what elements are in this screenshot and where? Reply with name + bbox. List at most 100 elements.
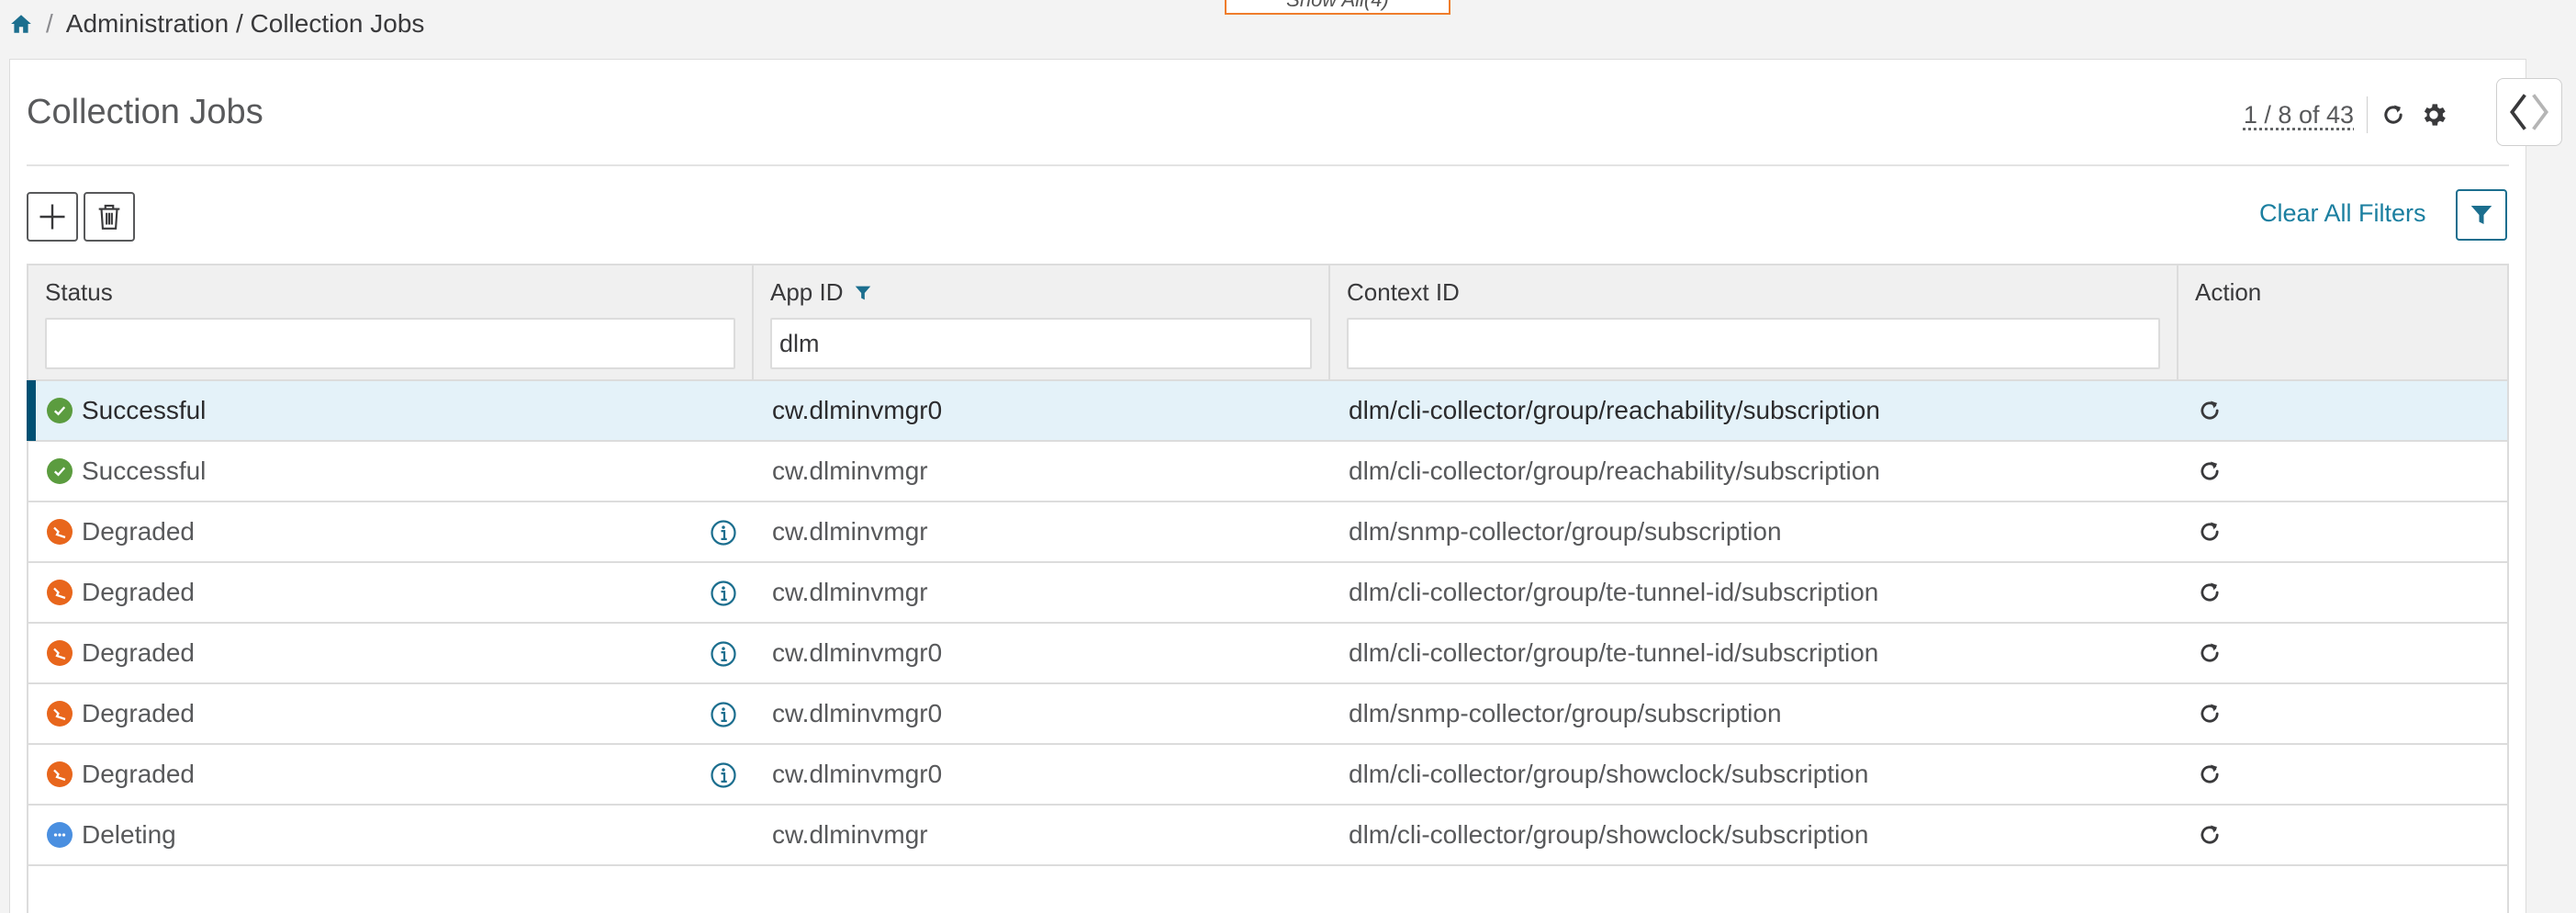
page-title: Collection Jobs — [27, 93, 263, 131]
status-cell: Successful — [28, 381, 754, 440]
context-id-cell: dlm/cli-collector/group/showclock/subscr… — [1349, 820, 1869, 849]
info-icon[interactable] — [710, 701, 737, 735]
divider — [2367, 96, 2368, 133]
info-icon[interactable] — [710, 761, 737, 795]
action-cell — [2178, 806, 2507, 864]
degraded-icon — [47, 580, 73, 605]
status-cell: Degraded — [28, 745, 754, 804]
add-button[interactable] — [27, 192, 78, 242]
app-id-cell: cw.dlminvmgr — [772, 456, 928, 485]
side-panel-toggle[interactable] — [2496, 78, 2562, 146]
success-icon — [47, 458, 73, 484]
status-cell: Degraded — [28, 563, 754, 622]
table-row[interactable]: Degraded cw.dlminvmgr dlm/snmp-collector/g… — [28, 502, 2507, 563]
context-id-filter-input[interactable] — [1347, 318, 2160, 369]
table-body: Successful cw.dlminvmgr0 dlm/cli-collector… — [27, 380, 2507, 866]
table-row[interactable]: Degraded cw.dlminvmgr0 dlm/cli-collector/g… — [28, 624, 2507, 684]
app-id-cell: cw.dlminvmgr0 — [772, 699, 943, 727]
breadcrumb-separator: / — [46, 9, 53, 38]
table-row[interactable]: Degraded cw.dlminvmgr0 dlm/cli-collector/g… — [28, 745, 2507, 806]
delete-button[interactable] — [84, 192, 135, 242]
status-text: Degraded — [82, 517, 195, 546]
info-icon[interactable] — [710, 519, 737, 553]
column-context-id[interactable]: Context ID — [1330, 265, 2178, 379]
restart-icon[interactable] — [2197, 398, 2223, 423]
table-row[interactable]: Degraded cw.dlminvmgr0 dlm/snmp-collector/… — [28, 684, 2507, 745]
context-id-cell: dlm/snmp-collector/group/subscription — [1349, 699, 1782, 727]
context-id-cell: dlm/cli-collector/group/te-tunnel-id/sub… — [1349, 638, 1879, 667]
clear-all-filters-link[interactable]: Clear All Filters — [2259, 199, 2426, 228]
status-text: Degraded — [82, 578, 195, 606]
status-text: Degraded — [82, 760, 195, 788]
degraded-icon — [47, 640, 73, 666]
context-id-cell: dlm/snmp-collector/group/subscription — [1349, 517, 1782, 546]
restart-icon[interactable] — [2197, 701, 2223, 727]
restart-icon[interactable] — [2197, 640, 2223, 666]
show-all-tab[interactable]: Show All(4) — [1225, 0, 1450, 15]
app-id-cell: cw.dlminvmgr — [772, 820, 928, 849]
degraded-icon — [47, 519, 73, 545]
restart-icon[interactable] — [2197, 519, 2223, 545]
gear-icon[interactable] — [2419, 100, 2448, 130]
column-label-context-id: Context ID — [1347, 278, 1460, 306]
status-cell: Deleting — [28, 806, 754, 864]
status-cell: Successful — [28, 442, 754, 501]
home-icon[interactable] — [9, 12, 33, 36]
status-text: Successful — [82, 396, 207, 424]
table-row[interactable]: Deleting cw.dlminvmgr dlm/cli-collector/gr… — [28, 806, 2507, 866]
table-row[interactable]: Degraded cw.dlminvmgr dlm/cli-collector/gr… — [28, 563, 2507, 624]
restart-icon[interactable] — [2197, 458, 2223, 484]
degraded-icon — [47, 701, 73, 727]
app-id-filter-input[interactable] — [770, 318, 1312, 369]
column-status[interactable]: Status — [28, 265, 754, 379]
action-cell — [2178, 502, 2507, 561]
action-cell — [2178, 624, 2507, 682]
context-id-cell: dlm/cli-collector/group/reachability/sub… — [1349, 396, 1880, 424]
column-action: Action — [2178, 265, 2507, 379]
restart-icon[interactable] — [2197, 822, 2223, 848]
app-id-cell: cw.dlminvmgr0 — [772, 396, 943, 424]
info-icon[interactable] — [710, 640, 737, 674]
chevron-left-right-icon — [2510, 94, 2548, 130]
filter-active-icon — [855, 286, 870, 299]
deleting-icon — [47, 822, 73, 848]
table-footer-space — [28, 866, 2507, 913]
title-divider — [27, 164, 2509, 166]
app-id-cell: cw.dlminvmgr0 — [772, 638, 943, 667]
column-label-app-id: App ID — [770, 278, 844, 306]
status-text: Degraded — [82, 699, 195, 727]
pager[interactable]: 1 / 8 of 43 — [2244, 101, 2354, 130]
table-row[interactable]: Successful cw.dlminvmgr0 dlm/cli-collector… — [27, 380, 2507, 442]
action-cell — [2178, 745, 2507, 804]
action-cell — [2178, 442, 2507, 501]
filter-button[interactable] — [2456, 189, 2507, 241]
collection-jobs-panel: Collection Jobs 1 / 8 of 43 Clear All Fi… — [9, 59, 2562, 913]
status-text: Degraded — [82, 638, 195, 667]
column-label-action: Action — [2195, 278, 2262, 306]
breadcrumb: / Administration / Collection Jobs — [9, 7, 424, 40]
app-id-cell: cw.dlminvmgr — [772, 517, 928, 546]
action-cell — [2178, 381, 2507, 440]
context-id-cell: dlm/cli-collector/group/reachability/sub… — [1349, 456, 1880, 485]
status-filter-input[interactable] — [45, 318, 735, 369]
status-cell: Degraded — [28, 684, 754, 743]
info-icon[interactable] — [710, 580, 737, 614]
collection-jobs-table: Status App ID Context ID Action Successf… — [27, 264, 2509, 913]
column-label-status: Status — [45, 278, 113, 306]
breadcrumb-path[interactable]: Administration / Collection Jobs — [66, 9, 425, 39]
column-app-id[interactable]: App ID — [754, 265, 1330, 379]
refresh-icon[interactable] — [2380, 102, 2406, 128]
filter-icon — [2470, 206, 2492, 224]
table-row[interactable]: Successful cw.dlminvmgr dlm/cli-collector/… — [28, 442, 2507, 502]
app-id-cell: cw.dlminvmgr — [772, 578, 928, 606]
plus-icon — [39, 204, 65, 230]
table-header: Status App ID Context ID Action — [28, 265, 2507, 381]
restart-icon[interactable] — [2197, 761, 2223, 787]
trash-icon — [98, 204, 120, 230]
status-cell: Degraded — [28, 624, 754, 682]
restart-icon[interactable] — [2197, 580, 2223, 605]
action-cell — [2178, 563, 2507, 622]
context-id-cell: dlm/cli-collector/group/te-tunnel-id/sub… — [1349, 578, 1879, 606]
page-controls: 1 / 8 of 43 — [2244, 96, 2448, 133]
status-cell: Degraded — [28, 502, 754, 561]
